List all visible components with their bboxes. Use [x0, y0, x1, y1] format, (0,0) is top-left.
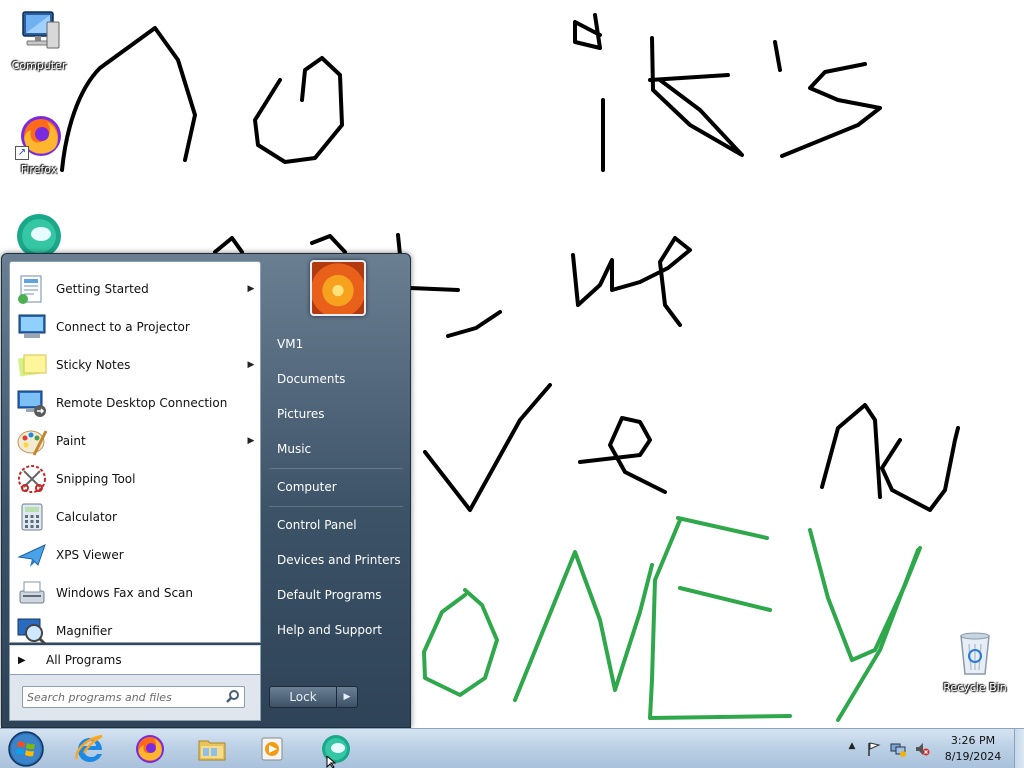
- submenu-arrow-icon[interactable]: ▶: [244, 284, 258, 294]
- start-right-item-pictures[interactable]: Pictures: [269, 399, 405, 429]
- start-item-snipping-tool[interactable]: Snipping Tool: [12, 461, 258, 497]
- clock-date: 8/19/2024: [944, 750, 1002, 763]
- remote-desktop-icon: [16, 387, 48, 419]
- show-hidden-icons-icon[interactable]: ▲: [844, 741, 860, 757]
- firefox-icon: [136, 735, 164, 763]
- media-player-icon: [261, 737, 283, 761]
- chevron-right-icon: ▶: [343, 692, 351, 702]
- network-icon[interactable]: [890, 741, 906, 757]
- desktop-icon-firefox[interactable]: ↗ Firefox: [0, 112, 78, 176]
- start-item-paint[interactable]: Paint ▶: [12, 423, 258, 459]
- windows-logo-icon: [8, 731, 44, 767]
- start-item-label: Windows Fax and Scan: [56, 586, 194, 600]
- start-right-item-label: VM1: [277, 337, 304, 351]
- start-right-item-default-programs[interactable]: Default Programs: [269, 580, 405, 610]
- start-search-area: [9, 675, 261, 721]
- taskbar-file-explorer[interactable]: [186, 731, 238, 767]
- start-right-item-label: Computer: [277, 480, 337, 494]
- start-item-windows-fax-scan[interactable]: Windows Fax and Scan: [12, 575, 258, 611]
- right-arrow-icon: ▶: [18, 654, 26, 666]
- shortcut-arrow-icon: ↗: [15, 146, 29, 160]
- start-button[interactable]: [6, 730, 46, 768]
- getting-started-icon: [16, 273, 48, 305]
- all-programs-label: All Programs: [46, 653, 122, 667]
- submenu-arrow-icon[interactable]: ▶: [244, 360, 258, 370]
- user-avatar[interactable]: [310, 260, 366, 316]
- clock[interactable]: 3:26 PM 8/19/2024: [935, 733, 1011, 765]
- start-right-item-help-support[interactable]: Help and Support: [269, 615, 405, 645]
- firefox-icon: ↗: [15, 112, 63, 160]
- start-right-item-label: Music: [277, 442, 312, 456]
- desktop-icon-computer[interactable]: Computer: [0, 8, 78, 72]
- lock-button-label: Lock: [289, 690, 317, 704]
- xps-viewer-icon: [16, 539, 48, 571]
- computer-icon: [15, 8, 63, 56]
- mouse-cursor-icon: [326, 756, 337, 768]
- start-item-magnifier[interactable]: Magnifier: [12, 613, 258, 649]
- start-item-label: Magnifier: [56, 624, 113, 638]
- start-right-item-control-panel[interactable]: Control Panel: [269, 510, 405, 540]
- start-right-item-computer[interactable]: Computer: [269, 472, 405, 502]
- magnifier-icon: [16, 615, 48, 647]
- desktop-icon-label: Recycle Bin: [943, 681, 1007, 694]
- folder-icon: [198, 740, 226, 761]
- clock-time: 3:26 PM: [950, 734, 996, 747]
- start-right-item-documents[interactable]: Documents: [269, 364, 405, 394]
- show-desktop-button[interactable]: [1014, 729, 1024, 768]
- taskbar-firefox[interactable]: [124, 731, 176, 767]
- start-right-item-label: Documents: [277, 372, 346, 386]
- start-item-calculator[interactable]: Calculator: [12, 499, 258, 535]
- divider: [269, 468, 403, 469]
- desktop-icon-label: Computer: [11, 59, 67, 72]
- recycle-bin-icon: [951, 630, 999, 678]
- start-item-label: Snipping Tool: [56, 472, 136, 486]
- start-item-label: Sticky Notes: [56, 358, 131, 372]
- search-icon[interactable]: [225, 689, 241, 705]
- paint-icon: [16, 425, 48, 457]
- start-item-label: Calculator: [56, 510, 117, 524]
- start-right-item-label: Control Panel: [277, 518, 357, 532]
- shutdown-options-button[interactable]: ▶: [336, 686, 358, 708]
- volume-muted-icon[interactable]: [914, 741, 930, 757]
- sticky-notes-icon: [16, 349, 48, 381]
- fax-scan-icon: [16, 577, 48, 609]
- start-right-item-music[interactable]: Music: [269, 434, 405, 464]
- lock-button[interactable]: Lock: [269, 686, 337, 708]
- start-right-item-label: Devices and Printers: [277, 553, 401, 567]
- desktop-icon-label: Firefox: [20, 163, 58, 176]
- start-item-sticky-notes[interactable]: Sticky Notes ▶: [12, 347, 258, 383]
- taskbar: ▲ 3:26 PM 8/19/2024: [0, 728, 1024, 768]
- start-menu-programs-pane: Getting Started ▶ Connect to a Projector…: [9, 261, 261, 647]
- start-item-getting-started[interactable]: Getting Started ▶: [12, 271, 258, 307]
- calculator-icon: [16, 501, 48, 533]
- start-menu: Getting Started ▶ Connect to a Projector…: [1, 253, 411, 728]
- start-item-label: Paint: [56, 434, 86, 448]
- start-right-item-label: Help and Support: [277, 623, 382, 637]
- start-item-connect-to-projector[interactable]: Connect to a Projector: [12, 309, 258, 345]
- start-item-xps-viewer[interactable]: XPS Viewer: [12, 537, 258, 573]
- projector-icon: [16, 311, 48, 343]
- all-programs-button[interactable]: ▶ All Programs: [9, 645, 261, 675]
- search-box[interactable]: [22, 686, 245, 708]
- scissors-icon: [16, 463, 48, 495]
- start-item-remote-desktop[interactable]: Remote Desktop Connection: [12, 385, 258, 421]
- start-right-item-user[interactable]: VM1: [269, 329, 405, 359]
- taskbar-media-player[interactable]: [246, 731, 298, 767]
- start-right-item-label: Default Programs: [277, 588, 382, 602]
- taskbar-internet-explorer[interactable]: [64, 731, 116, 767]
- start-item-label: Getting Started: [56, 282, 149, 296]
- action-center-flag-icon[interactable]: [866, 741, 882, 757]
- desktop-icon-recycle-bin[interactable]: Recycle Bin: [936, 630, 1014, 694]
- search-input[interactable]: [27, 689, 217, 705]
- start-item-label: XPS Viewer: [56, 548, 124, 562]
- internet-explorer-icon: [75, 734, 103, 762]
- start-item-label: Remote Desktop Connection: [56, 396, 228, 410]
- start-right-item-devices-printers[interactable]: Devices and Printers: [269, 545, 405, 575]
- divider: [269, 506, 403, 507]
- submenu-arrow-icon[interactable]: ▶: [244, 436, 258, 446]
- start-item-label: Connect to a Projector: [56, 320, 190, 334]
- start-right-item-label: Pictures: [277, 407, 325, 421]
